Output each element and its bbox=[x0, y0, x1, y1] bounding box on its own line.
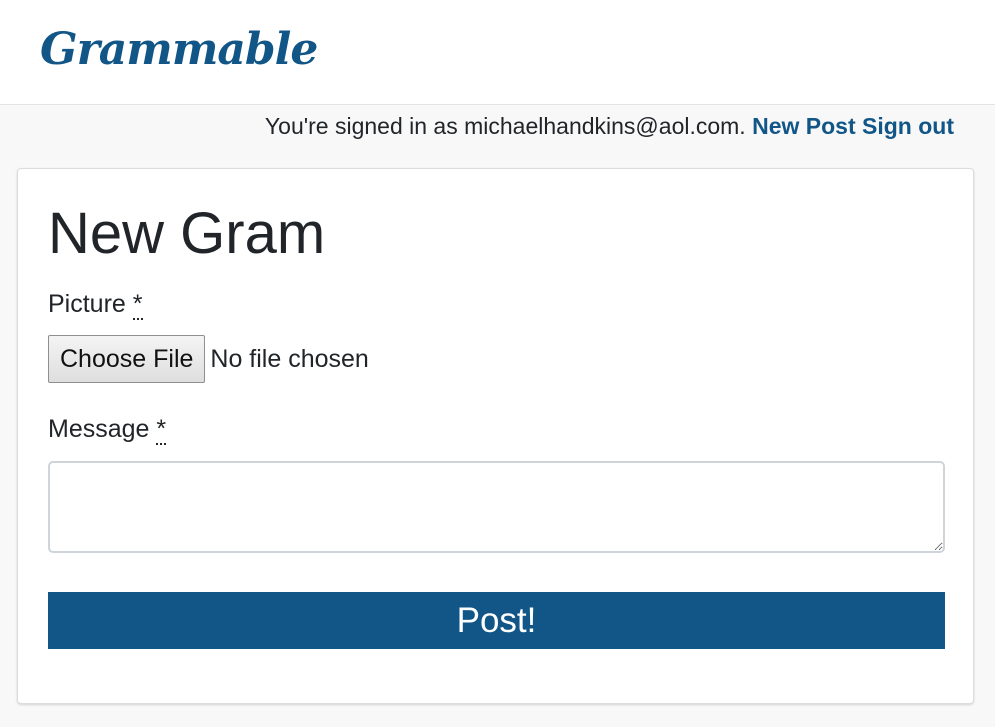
new-post-link[interactable]: New Post bbox=[752, 113, 856, 139]
session-bar: You're signed in as michaelhandkins@aol.… bbox=[265, 112, 954, 140]
new-gram-card: New Gram Picture * Choose File No file c… bbox=[17, 168, 974, 704]
message-label-text: Message bbox=[48, 415, 150, 443]
picture-file-input[interactable]: Choose File No file chosen bbox=[48, 335, 369, 383]
sign-out-link[interactable]: Sign out bbox=[862, 113, 954, 139]
choose-file-button[interactable]: Choose File bbox=[48, 335, 206, 383]
navbar: Grammable bbox=[0, 0, 995, 105]
signed-in-text: You're signed in as michaelhandkins@aol.… bbox=[264, 113, 746, 139]
post-button[interactable]: Post! bbox=[48, 592, 945, 649]
required-marker: * bbox=[132, 290, 143, 320]
page-title: New Gram bbox=[48, 201, 326, 266]
message-textarea[interactable] bbox=[48, 461, 945, 553]
picture-label-text: Picture bbox=[48, 290, 126, 318]
brand-logo[interactable]: Grammable bbox=[40, 24, 318, 77]
picture-label: Picture * bbox=[48, 289, 143, 320]
file-status-text: No file chosen bbox=[210, 344, 369, 373]
message-label: Message * bbox=[48, 414, 167, 445]
required-marker: * bbox=[156, 415, 167, 445]
